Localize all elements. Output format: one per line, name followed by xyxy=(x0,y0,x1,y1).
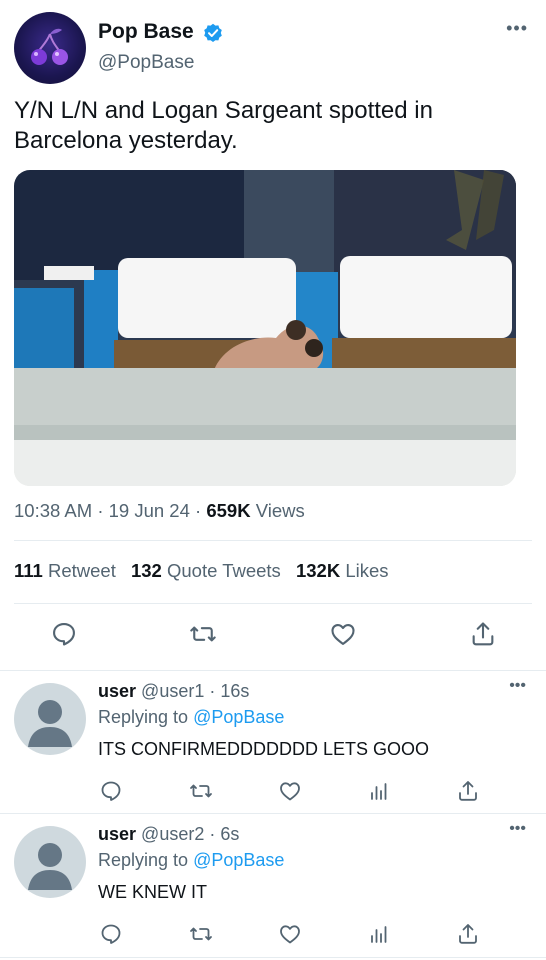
reply-actions xyxy=(0,779,546,805)
reply-author-name[interactable]: user xyxy=(98,681,136,701)
reply-time[interactable]: 6s xyxy=(220,824,239,844)
reply-actions xyxy=(0,922,546,948)
retweets-stat[interactable]: 111 Retweet xyxy=(14,560,116,581)
replying-to-link[interactable]: @PopBase xyxy=(193,707,284,727)
default-avatar-icon xyxy=(28,700,72,747)
analytics-icon[interactable] xyxy=(367,922,391,946)
reply-icon[interactable] xyxy=(99,779,123,803)
replying-to-link[interactable]: @PopBase xyxy=(193,850,284,870)
tweet-author: Pop Base @PopBase ••• xyxy=(14,12,532,84)
avatar[interactable] xyxy=(14,683,86,755)
reply-icon[interactable] xyxy=(50,620,78,648)
avatar[interactable] xyxy=(14,826,86,898)
author-name[interactable]: Pop Base xyxy=(98,20,194,44)
views-label: Views xyxy=(255,500,305,521)
author-avatar[interactable] xyxy=(14,12,86,84)
author-handle[interactable]: @PopBase xyxy=(98,52,194,74)
reply-icon[interactable] xyxy=(99,922,123,946)
quotes-label: Quote Tweets xyxy=(167,560,281,581)
reply-text: ITS CONFIRMEDDDDDDD LETS GOOO xyxy=(98,739,430,759)
like-icon[interactable] xyxy=(329,620,357,648)
replying-to: Replying to @PopBase xyxy=(98,850,284,871)
likes-stat[interactable]: 132K Likes xyxy=(296,560,389,581)
reply-tweet[interactable]: user @user2 · 6s ••• Replying to @PopBas… xyxy=(0,814,546,960)
default-avatar-icon xyxy=(28,843,72,890)
likes-count: 132K xyxy=(295,560,341,581)
more-options-icon[interactable]: ••• xyxy=(506,18,528,39)
share-icon[interactable] xyxy=(456,922,480,946)
divider xyxy=(14,603,532,604)
share-icon[interactable] xyxy=(469,620,497,648)
retweet-icon[interactable] xyxy=(189,779,213,803)
quotes-count: 132 xyxy=(130,560,162,581)
reply-author-handle[interactable]: @user1 xyxy=(141,681,204,701)
tweet-actions xyxy=(0,620,546,656)
retweets-label: Retweet xyxy=(47,560,116,581)
reply-header: user @user1 · 16s xyxy=(98,681,249,702)
replying-to: Replying to @PopBase xyxy=(98,707,284,728)
more-options-icon[interactable]: ••• xyxy=(509,677,526,695)
replying-label: Replying to xyxy=(98,850,189,870)
reply-separator: · xyxy=(209,824,216,844)
like-icon[interactable] xyxy=(278,779,302,803)
verified-badge-icon xyxy=(203,23,223,43)
reply-author-name[interactable]: user xyxy=(98,824,136,844)
tweet-stats: 111 Retweet 132 Quote Tweets 132K Likes xyxy=(14,560,399,582)
tweet-date: 19 Jun 24 xyxy=(108,500,190,521)
replying-label: Replying to xyxy=(98,707,189,727)
views-count: 659K xyxy=(206,500,251,521)
reply-author-handle[interactable]: @user2 xyxy=(141,824,204,844)
likes-label: Likes xyxy=(345,560,389,581)
analytics-icon[interactable] xyxy=(367,779,391,803)
retweets-count: 111 xyxy=(14,560,43,581)
more-options-icon[interactable]: ••• xyxy=(509,820,526,838)
divider xyxy=(14,540,532,541)
tweet-time: 10:38 AM xyxy=(14,500,93,521)
tweet-meta: 10:38 AM · 19 Jun 24 · 659K Views xyxy=(14,500,305,522)
tweet-text: Y/N L/N and Logan Sargeant spotted in Ba… xyxy=(14,97,433,154)
quotes-stat[interactable]: 132 Quote Tweets xyxy=(131,560,281,581)
reply-header: user @user2 · 6s xyxy=(98,824,239,845)
divider xyxy=(0,957,546,958)
tweet-photo[interactable] xyxy=(14,170,516,486)
reply-time[interactable]: 16s xyxy=(220,681,249,701)
reply-tweet[interactable]: user @user1 · 16s ••• Replying to @PopBa… xyxy=(0,671,546,817)
retweet-icon[interactable] xyxy=(189,620,217,648)
reply-text: WE KNEW IT xyxy=(98,882,207,902)
reply-separator: · xyxy=(209,681,216,701)
meta-separator: · xyxy=(97,500,104,521)
meta-separator: · xyxy=(195,500,202,521)
like-icon[interactable] xyxy=(278,922,302,946)
retweet-icon[interactable] xyxy=(189,922,213,946)
share-icon[interactable] xyxy=(456,779,480,803)
cherry-logo-icon xyxy=(31,28,68,65)
